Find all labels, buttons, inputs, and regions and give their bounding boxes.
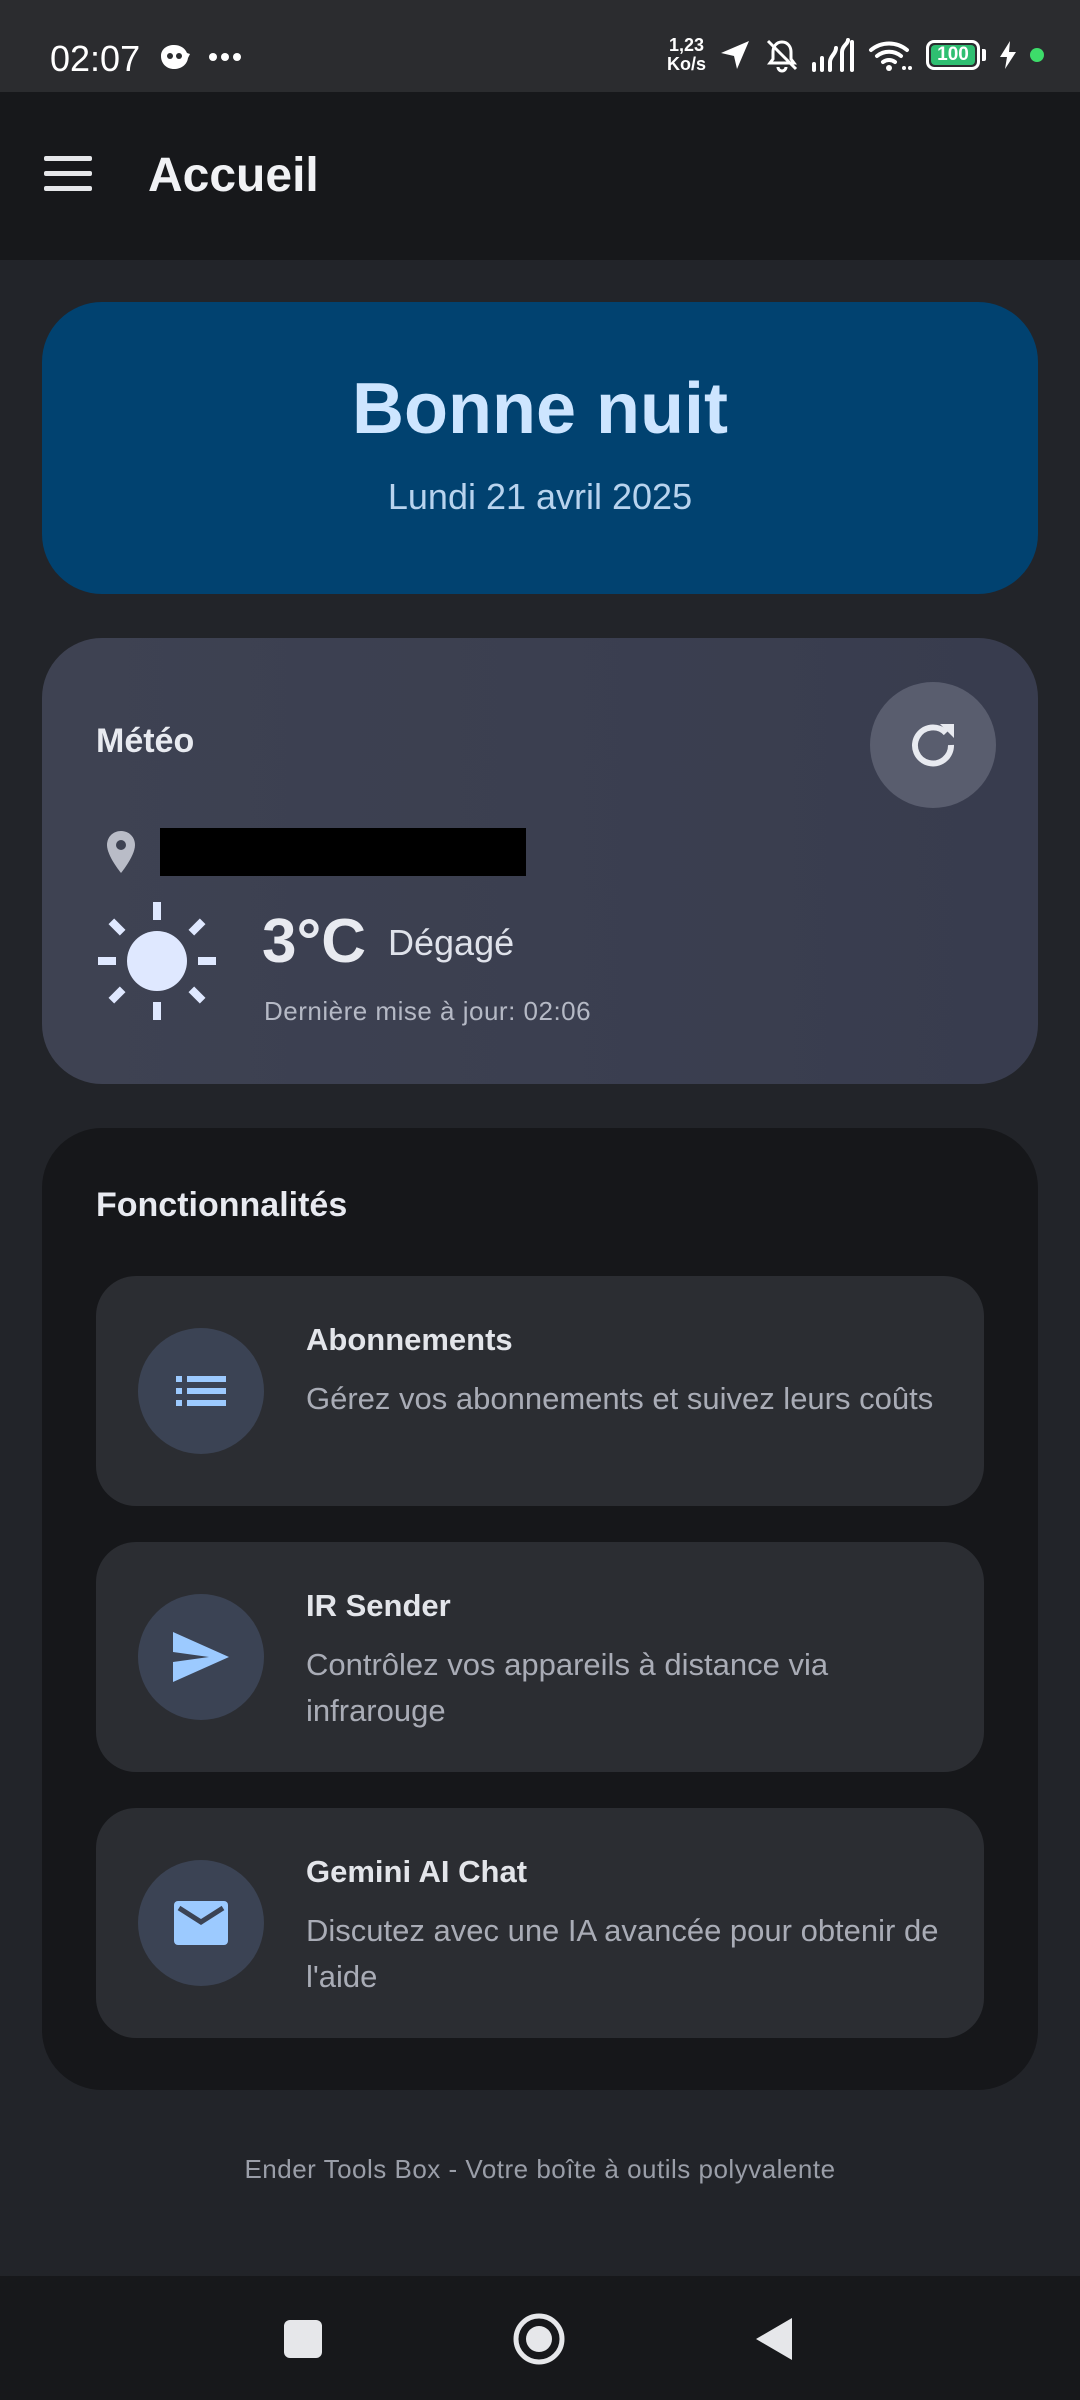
feature-description: Gérez vos abonnements et suivez leurs co…	[306, 1381, 934, 1416]
feature-icon-container	[138, 1594, 264, 1720]
page-title: Accueil	[148, 149, 319, 202]
status-left-icons	[158, 42, 242, 72]
cat-app-icon	[161, 45, 190, 69]
menu-icon-line	[44, 186, 92, 191]
back-button[interactable]	[754, 2316, 794, 2362]
feature-description: Contrôlez vos appareils à distance via i…	[306, 1647, 829, 1728]
signal-icon	[812, 38, 854, 72]
status-bar: 02:07 1,23 Ko/s 100	[0, 0, 1080, 92]
feature-description: Discutez avec une IA avancée pour obteni…	[306, 1913, 939, 1994]
app-bar: Accueil	[0, 92, 1080, 260]
home-button[interactable]	[512, 2312, 566, 2366]
weather-card: Météo 3°C Dégagé Dernière mise à jour: 0…	[42, 638, 1038, 1084]
menu-icon-line	[44, 171, 92, 176]
net-speed-unit: Ko/s	[666, 54, 706, 74]
greeting-card: Bonne nuit Lundi 21 avril 2025	[42, 302, 1038, 594]
battery-level: 100	[937, 44, 969, 65]
feature-item-gemini-ai-chat[interactable]: Gemini AI Chat Discutez avec une IA avan…	[96, 1808, 984, 2038]
battery-cap	[982, 49, 986, 61]
weather-condition: Dégagé	[388, 922, 515, 963]
location-row	[104, 828, 526, 876]
sun-icon	[98, 902, 216, 1020]
active-dot	[1030, 48, 1044, 62]
menu-button[interactable]	[44, 156, 104, 200]
location-pin-icon	[107, 831, 135, 873]
features-card: Fonctionnalités Abonnements Gérez vos ab…	[42, 1128, 1038, 2090]
status-right-icons: 1,23 Ko/s 100	[667, 36, 1044, 74]
refresh-button[interactable]	[870, 682, 996, 808]
more-icon	[209, 53, 241, 61]
net-speed: 1,23 Ko/s	[667, 36, 706, 74]
refresh-icon	[912, 724, 955, 767]
feature-item-abonnements[interactable]: Abonnements Gérez vos abonnements et sui…	[96, 1276, 984, 1506]
list-icon	[176, 1376, 226, 1406]
status-time: 02:07	[50, 38, 141, 79]
recent-apps-button[interactable]	[284, 2320, 322, 2358]
weather-title: Météo	[96, 722, 195, 760]
wifi-icon	[869, 41, 912, 71]
feature-icon-container	[138, 1860, 264, 1986]
location-arrow-icon	[721, 41, 749, 69]
greeting-date: Lundi 21 avril 2025	[387, 476, 693, 517]
location-redacted	[160, 828, 526, 876]
feature-name: IR Sender	[306, 1588, 451, 1623]
mail-icon	[174, 1901, 228, 1945]
menu-icon-line	[44, 156, 92, 161]
feature-name: Gemini AI Chat	[306, 1854, 528, 1889]
battery-icon: 100	[926, 40, 980, 70]
last-updated: Dernière mise à jour: 02:06	[264, 996, 592, 1026]
greeting-title: Bonne nuit	[352, 369, 728, 449]
temperature: 3°C	[262, 907, 367, 976]
feature-name: Abonnements	[306, 1322, 513, 1357]
charging-icon	[1000, 41, 1016, 69]
bell-muted-icon	[766, 39, 798, 73]
footer-text: Ender Tools Box - Votre boîte à outils p…	[244, 2154, 836, 2184]
send-icon	[173, 1632, 229, 1682]
net-speed-value: 1,23	[668, 35, 705, 55]
feature-item-ir-sender[interactable]: IR Sender Contrôlez vos appareils à dist…	[96, 1542, 984, 1772]
system-nav-bar	[0, 2276, 1080, 2400]
features-title: Fonctionnalités	[96, 1186, 348, 1224]
feature-icon-container	[138, 1328, 264, 1454]
